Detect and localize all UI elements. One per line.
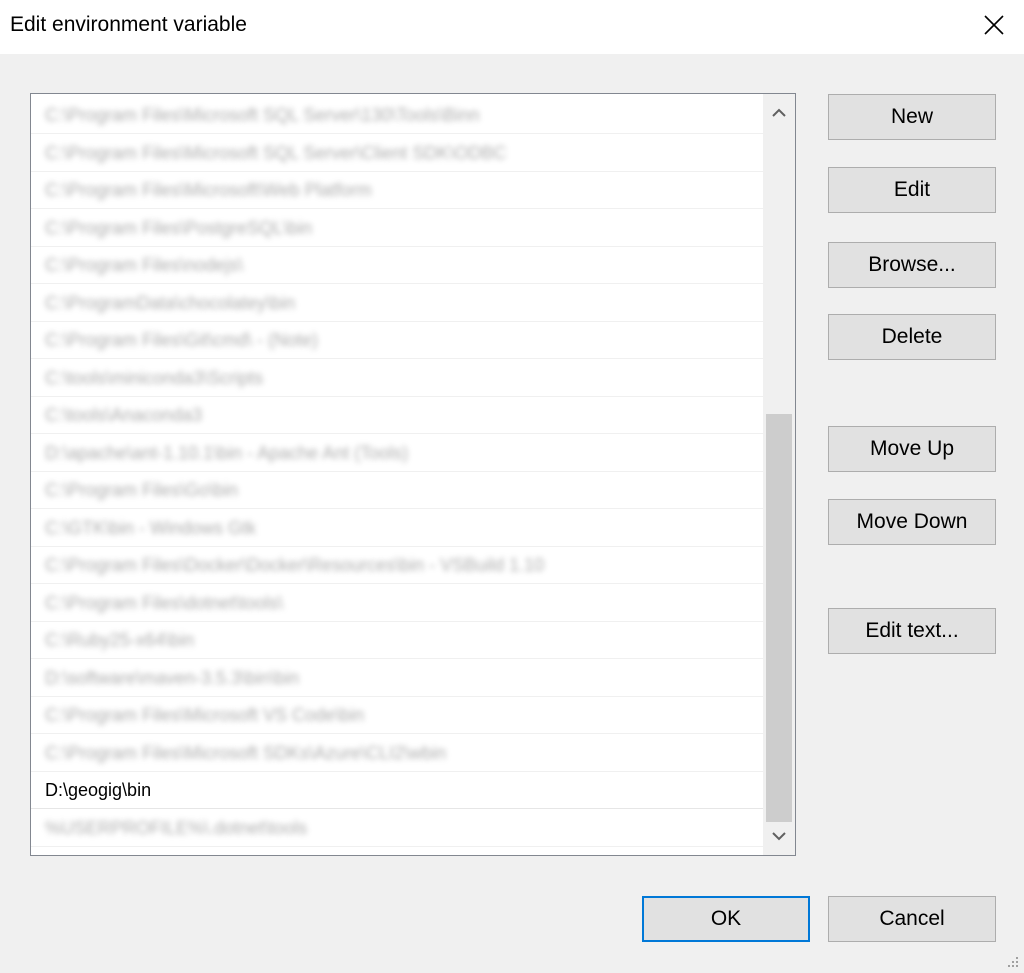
list-item[interactable]: D:\geogig\bin (31, 772, 763, 809)
chevron-up-icon (772, 108, 786, 117)
list-item-text: D:\software\maven-3.5.3\bin\bin (45, 667, 300, 688)
list-item[interactable]: C:\Program Files\Microsoft SQL Server\13… (31, 97, 763, 134)
list-item[interactable]: C:\Program Files\Microsoft SQL Server\Cl… (31, 135, 763, 172)
list-item[interactable]: C:\tools\miniconda3\Scripts (31, 360, 763, 397)
close-icon (984, 15, 1004, 35)
list-item-text: D:\apache\ant-1.10.1\bin - Apache Ant (T… (45, 442, 409, 463)
edit-text-button[interactable]: Edit text... (828, 608, 996, 654)
list-item[interactable]: C:\Program Files\PostgreSQL\bin (31, 210, 763, 247)
list-item[interactable]: C:\GTK\bin - Windows Gtk (31, 510, 763, 547)
list-item-text: C:\Program Files\Git\cmd\ - (Note) (45, 330, 319, 350)
list-item[interactable]: C:\Program Files\Microsoft VS Code\bin (31, 697, 763, 734)
close-button[interactable] (972, 4, 1016, 46)
list-item[interactable]: C:\Program Files\nodejs\ (31, 247, 763, 284)
list-item-text: C:\GTK\bin - Windows Gtk (45, 517, 257, 538)
resize-grip-icon[interactable] (1004, 953, 1020, 969)
list-item-text: C:\Program Files\Microsoft SDKs\Azure\CL… (45, 742, 447, 763)
list-item[interactable]: C:\ProgramData\chocolatey\bin (31, 285, 763, 322)
list-item-text: C:\Program Files\Microsoft SQL Server\13… (45, 105, 480, 125)
path-list[interactable]: C:\Program Files\Microsoft SQL Server\13… (30, 93, 796, 856)
ok-button[interactable]: OK (642, 896, 810, 942)
list-item[interactable]: D:\software\maven-3.5.3\bin\bin (31, 660, 763, 697)
list-item[interactable]: %USERPROFILE%\.dotnet\tools (31, 810, 763, 847)
list-item-text: C:\tools\miniconda3\Scripts (45, 367, 264, 388)
list-item[interactable]: D:\apache\ant-1.10.1\bin - Apache Ant (T… (31, 435, 763, 472)
scroll-thumb[interactable] (766, 414, 792, 822)
chevron-down-icon (772, 832, 786, 841)
vertical-scrollbar[interactable] (763, 94, 795, 855)
path-list-rows: C:\Program Files\Microsoft SQL Server\13… (31, 94, 763, 855)
list-item[interactable]: C:\Program Files\Microsoft\Web Platform (31, 172, 763, 209)
new-button[interactable]: New (828, 94, 996, 140)
list-item-text: C:\Program Files\Go\bin (45, 480, 239, 500)
list-item-text: C:\tools\Anaconda3 (45, 405, 203, 425)
cancel-button[interactable]: Cancel (828, 896, 996, 942)
list-item-text: C:\Program Files\dotnet\tools\ (45, 592, 284, 613)
move-up-button[interactable]: Move Up (828, 426, 996, 472)
list-item[interactable]: C:\Program Files\Microsoft SDKs\Azure\CL… (31, 735, 763, 772)
list-item[interactable]: C:\Program Files\dotnet\tools\ (31, 585, 763, 622)
list-item[interactable]: C:\Program Files\Go\bin (31, 472, 763, 509)
list-item-text: C:\Program Files\PostgreSQL\bin (45, 217, 313, 238)
move-down-button[interactable]: Move Down (828, 499, 996, 545)
title-bar: Edit environment variable (0, 0, 1024, 54)
edit-button[interactable]: Edit (828, 167, 996, 213)
edit-environment-variable-dialog: Edit environment variable C:\Program Fil… (0, 0, 1024, 973)
list-item-text: C:\Program Files\Microsoft\Web Platform (45, 180, 372, 200)
list-item-text: %USERPROFILE%\.dotnet\tools (45, 817, 308, 838)
list-item[interactable]: C:\tools\Anaconda3 (31, 397, 763, 434)
list-item[interactable]: C:\Ruby25-x64\bin (31, 622, 763, 659)
browse-button[interactable]: Browse... (828, 242, 996, 288)
window-title: Edit environment variable (10, 13, 247, 36)
list-item-text: D:\geogig\bin (45, 780, 152, 800)
scroll-up-button[interactable] (763, 98, 795, 128)
list-item-text: C:\Ruby25-x64\bin (45, 630, 195, 650)
list-item-text: C:\Program Files\nodejs\ (45, 255, 244, 275)
delete-button[interactable]: Delete (828, 314, 996, 360)
list-item-text: C:\Program Files\Microsoft SQL Server\Cl… (45, 142, 507, 163)
list-item-text: C:\Program Files\Docker\Docker\Resources… (45, 555, 545, 575)
list-item[interactable]: C:\Program Files\Docker\Docker\Resources… (31, 547, 763, 584)
scroll-down-button[interactable] (763, 821, 795, 851)
list-item[interactable]: C:\Program Files\Git\cmd\ - (Note) (31, 322, 763, 359)
list-item-text: C:\ProgramData\chocolatey\bin (45, 292, 296, 313)
list-item-text: C:\Program Files\Microsoft VS Code\bin (45, 705, 365, 725)
